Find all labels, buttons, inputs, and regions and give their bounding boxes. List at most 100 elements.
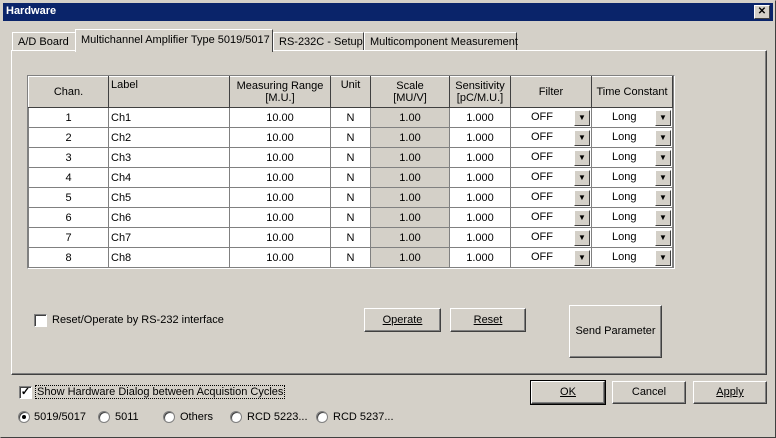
cell-sensitivity[interactable]: 1.000 bbox=[449, 167, 511, 188]
radio-5019-5017[interactable] bbox=[18, 411, 30, 423]
cell-sensitivity[interactable]: 1.000 bbox=[449, 227, 511, 248]
cancel-button[interactable]: Cancel bbox=[612, 381, 686, 404]
radio-rcd-5223[interactable] bbox=[230, 411, 242, 423]
tab-multicomponent-measurement[interactable]: Multicomponent Measurement bbox=[364, 32, 518, 51]
radio-label-5011: 5011 bbox=[115, 411, 139, 423]
table-row: 3 Ch3 10.00 N 1.00 1.000 OFF ▼ Long ▼ bbox=[28, 147, 673, 168]
cell-measuring-range[interactable]: 10.00 bbox=[229, 247, 331, 268]
apply-button[interactable]: Apply bbox=[693, 381, 767, 404]
chevron-down-icon[interactable]: ▼ bbox=[574, 149, 590, 166]
cell-filter-combo[interactable]: OFF ▼ bbox=[510, 127, 592, 148]
cancel-button-label: Cancel bbox=[631, 386, 667, 398]
chevron-down-icon[interactable]: ▼ bbox=[655, 189, 671, 206]
cell-measuring-range[interactable]: 10.00 bbox=[229, 187, 331, 208]
cell-unit[interactable]: N bbox=[330, 147, 371, 168]
cell-time-constant-combo[interactable]: Long ▼ bbox=[591, 107, 673, 128]
cell-unit[interactable]: N bbox=[330, 207, 371, 228]
tab-rs232c-setup[interactable]: RS-232C - Setup bbox=[273, 32, 364, 51]
cell-measuring-range[interactable]: 10.00 bbox=[229, 127, 331, 148]
cell-time-constant-combo[interactable]: Long ▼ bbox=[591, 187, 673, 208]
cell-scale: 1.00 bbox=[370, 207, 450, 228]
cell-unit[interactable]: N bbox=[330, 167, 371, 188]
ok-button[interactable]: OK bbox=[530, 380, 606, 405]
chevron-down-icon[interactable]: ▼ bbox=[655, 209, 671, 226]
chevron-down-icon[interactable]: ▼ bbox=[655, 109, 671, 126]
cell-unit[interactable]: N bbox=[330, 107, 371, 128]
radio-rcd-5237[interactable] bbox=[316, 411, 328, 423]
cell-label[interactable]: Ch6 bbox=[108, 207, 230, 228]
time-constant-value: Long bbox=[612, 230, 637, 243]
cell-measuring-range[interactable]: 10.00 bbox=[229, 207, 331, 228]
header-chan: Chan. bbox=[28, 76, 109, 108]
cell-filter-combo[interactable]: OFF ▼ bbox=[510, 247, 592, 268]
chevron-down-icon[interactable]: ▼ bbox=[574, 129, 590, 146]
cell-filter-combo[interactable]: OFF ▼ bbox=[510, 147, 592, 168]
cell-label[interactable]: Ch4 bbox=[108, 167, 230, 188]
chevron-down-icon[interactable]: ▼ bbox=[655, 149, 671, 166]
show-dialog-checkbox[interactable]: ✓ bbox=[19, 386, 32, 399]
header-scale: Scale [MU/V] bbox=[370, 76, 450, 108]
send-parameter-button[interactable]: Send Parameter bbox=[569, 305, 662, 358]
cell-sensitivity[interactable]: 1.000 bbox=[449, 107, 511, 128]
cell-measuring-range[interactable]: 10.00 bbox=[229, 227, 331, 248]
cell-label[interactable]: Ch7 bbox=[108, 227, 230, 248]
cell-measuring-range[interactable]: 10.00 bbox=[229, 107, 331, 128]
cell-filter-combo[interactable]: OFF ▼ bbox=[510, 227, 592, 248]
cell-time-constant-combo[interactable]: Long ▼ bbox=[591, 227, 673, 248]
chevron-down-icon[interactable]: ▼ bbox=[574, 169, 590, 186]
cell-label[interactable]: Ch1 bbox=[108, 107, 230, 128]
cell-scale: 1.00 bbox=[370, 247, 450, 268]
cell-unit[interactable]: N bbox=[330, 227, 371, 248]
tab-ad-board[interactable]: A/D Board bbox=[12, 32, 76, 51]
cell-filter-combo[interactable]: OFF ▼ bbox=[510, 187, 592, 208]
cell-chan: 6 bbox=[28, 207, 109, 228]
chevron-down-icon[interactable]: ▼ bbox=[655, 169, 671, 186]
header-filter: Filter bbox=[510, 76, 592, 108]
cell-label[interactable]: Ch5 bbox=[108, 187, 230, 208]
cell-unit[interactable]: N bbox=[330, 247, 371, 268]
tab-multichannel-amplifier[interactable]: Multichannel Amplifier Type 5019/5017 bbox=[75, 29, 273, 52]
reset-button[interactable]: Reset bbox=[450, 308, 526, 332]
chevron-down-icon[interactable]: ▼ bbox=[655, 229, 671, 246]
cell-time-constant-combo[interactable]: Long ▼ bbox=[591, 247, 673, 268]
chevron-down-icon[interactable]: ▼ bbox=[574, 109, 590, 126]
cell-filter-combo[interactable]: OFF ▼ bbox=[510, 207, 592, 228]
cell-time-constant-combo[interactable]: Long ▼ bbox=[591, 167, 673, 188]
chevron-down-icon[interactable]: ▼ bbox=[574, 229, 590, 246]
chevron-down-icon[interactable]: ▼ bbox=[574, 249, 590, 266]
header-sensitivity: Sensitivity [pC/M.U.] bbox=[449, 76, 511, 108]
chevron-down-icon[interactable]: ▼ bbox=[574, 189, 590, 206]
chevron-down-icon[interactable]: ▼ bbox=[655, 249, 671, 266]
cell-time-constant-combo[interactable]: Long ▼ bbox=[591, 127, 673, 148]
cell-measuring-range[interactable]: 10.00 bbox=[229, 147, 331, 168]
cell-label[interactable]: Ch2 bbox=[108, 127, 230, 148]
cell-sensitivity[interactable]: 1.000 bbox=[449, 127, 511, 148]
header-time-constant: Time Constant bbox=[591, 76, 673, 108]
cell-chan: 3 bbox=[28, 147, 109, 168]
channel-table: Chan. Label Measuring Range [M.U.] Unit S… bbox=[28, 76, 673, 268]
cell-scale: 1.00 bbox=[370, 227, 450, 248]
cell-unit[interactable]: N bbox=[330, 127, 371, 148]
cell-time-constant-combo[interactable]: Long ▼ bbox=[591, 207, 673, 228]
operate-button[interactable]: Operate bbox=[364, 308, 441, 332]
close-button[interactable]: ✕ bbox=[754, 5, 770, 19]
filter-value: OFF bbox=[531, 190, 553, 203]
cell-filter-combo[interactable]: OFF ▼ bbox=[510, 107, 592, 128]
cell-measuring-range[interactable]: 10.00 bbox=[229, 167, 331, 188]
radio-others[interactable] bbox=[163, 411, 175, 423]
chevron-down-icon[interactable]: ▼ bbox=[574, 209, 590, 226]
chevron-down-icon[interactable]: ▼ bbox=[655, 129, 671, 146]
cell-sensitivity[interactable]: 1.000 bbox=[449, 247, 511, 268]
cell-sensitivity[interactable]: 1.000 bbox=[449, 207, 511, 228]
cell-sensitivity[interactable]: 1.000 bbox=[449, 147, 511, 168]
radio-5011[interactable] bbox=[98, 411, 110, 423]
cell-chan: 2 bbox=[28, 127, 109, 148]
cell-label[interactable]: Ch8 bbox=[108, 247, 230, 268]
cell-label[interactable]: Ch3 bbox=[108, 147, 230, 168]
cell-unit[interactable]: N bbox=[330, 187, 371, 208]
cell-sensitivity[interactable]: 1.000 bbox=[449, 187, 511, 208]
reset-operate-checkbox[interactable] bbox=[34, 314, 47, 327]
cell-time-constant-combo[interactable]: Long ▼ bbox=[591, 147, 673, 168]
checkmark-icon: ✓ bbox=[20, 386, 31, 398]
cell-filter-combo[interactable]: OFF ▼ bbox=[510, 167, 592, 188]
